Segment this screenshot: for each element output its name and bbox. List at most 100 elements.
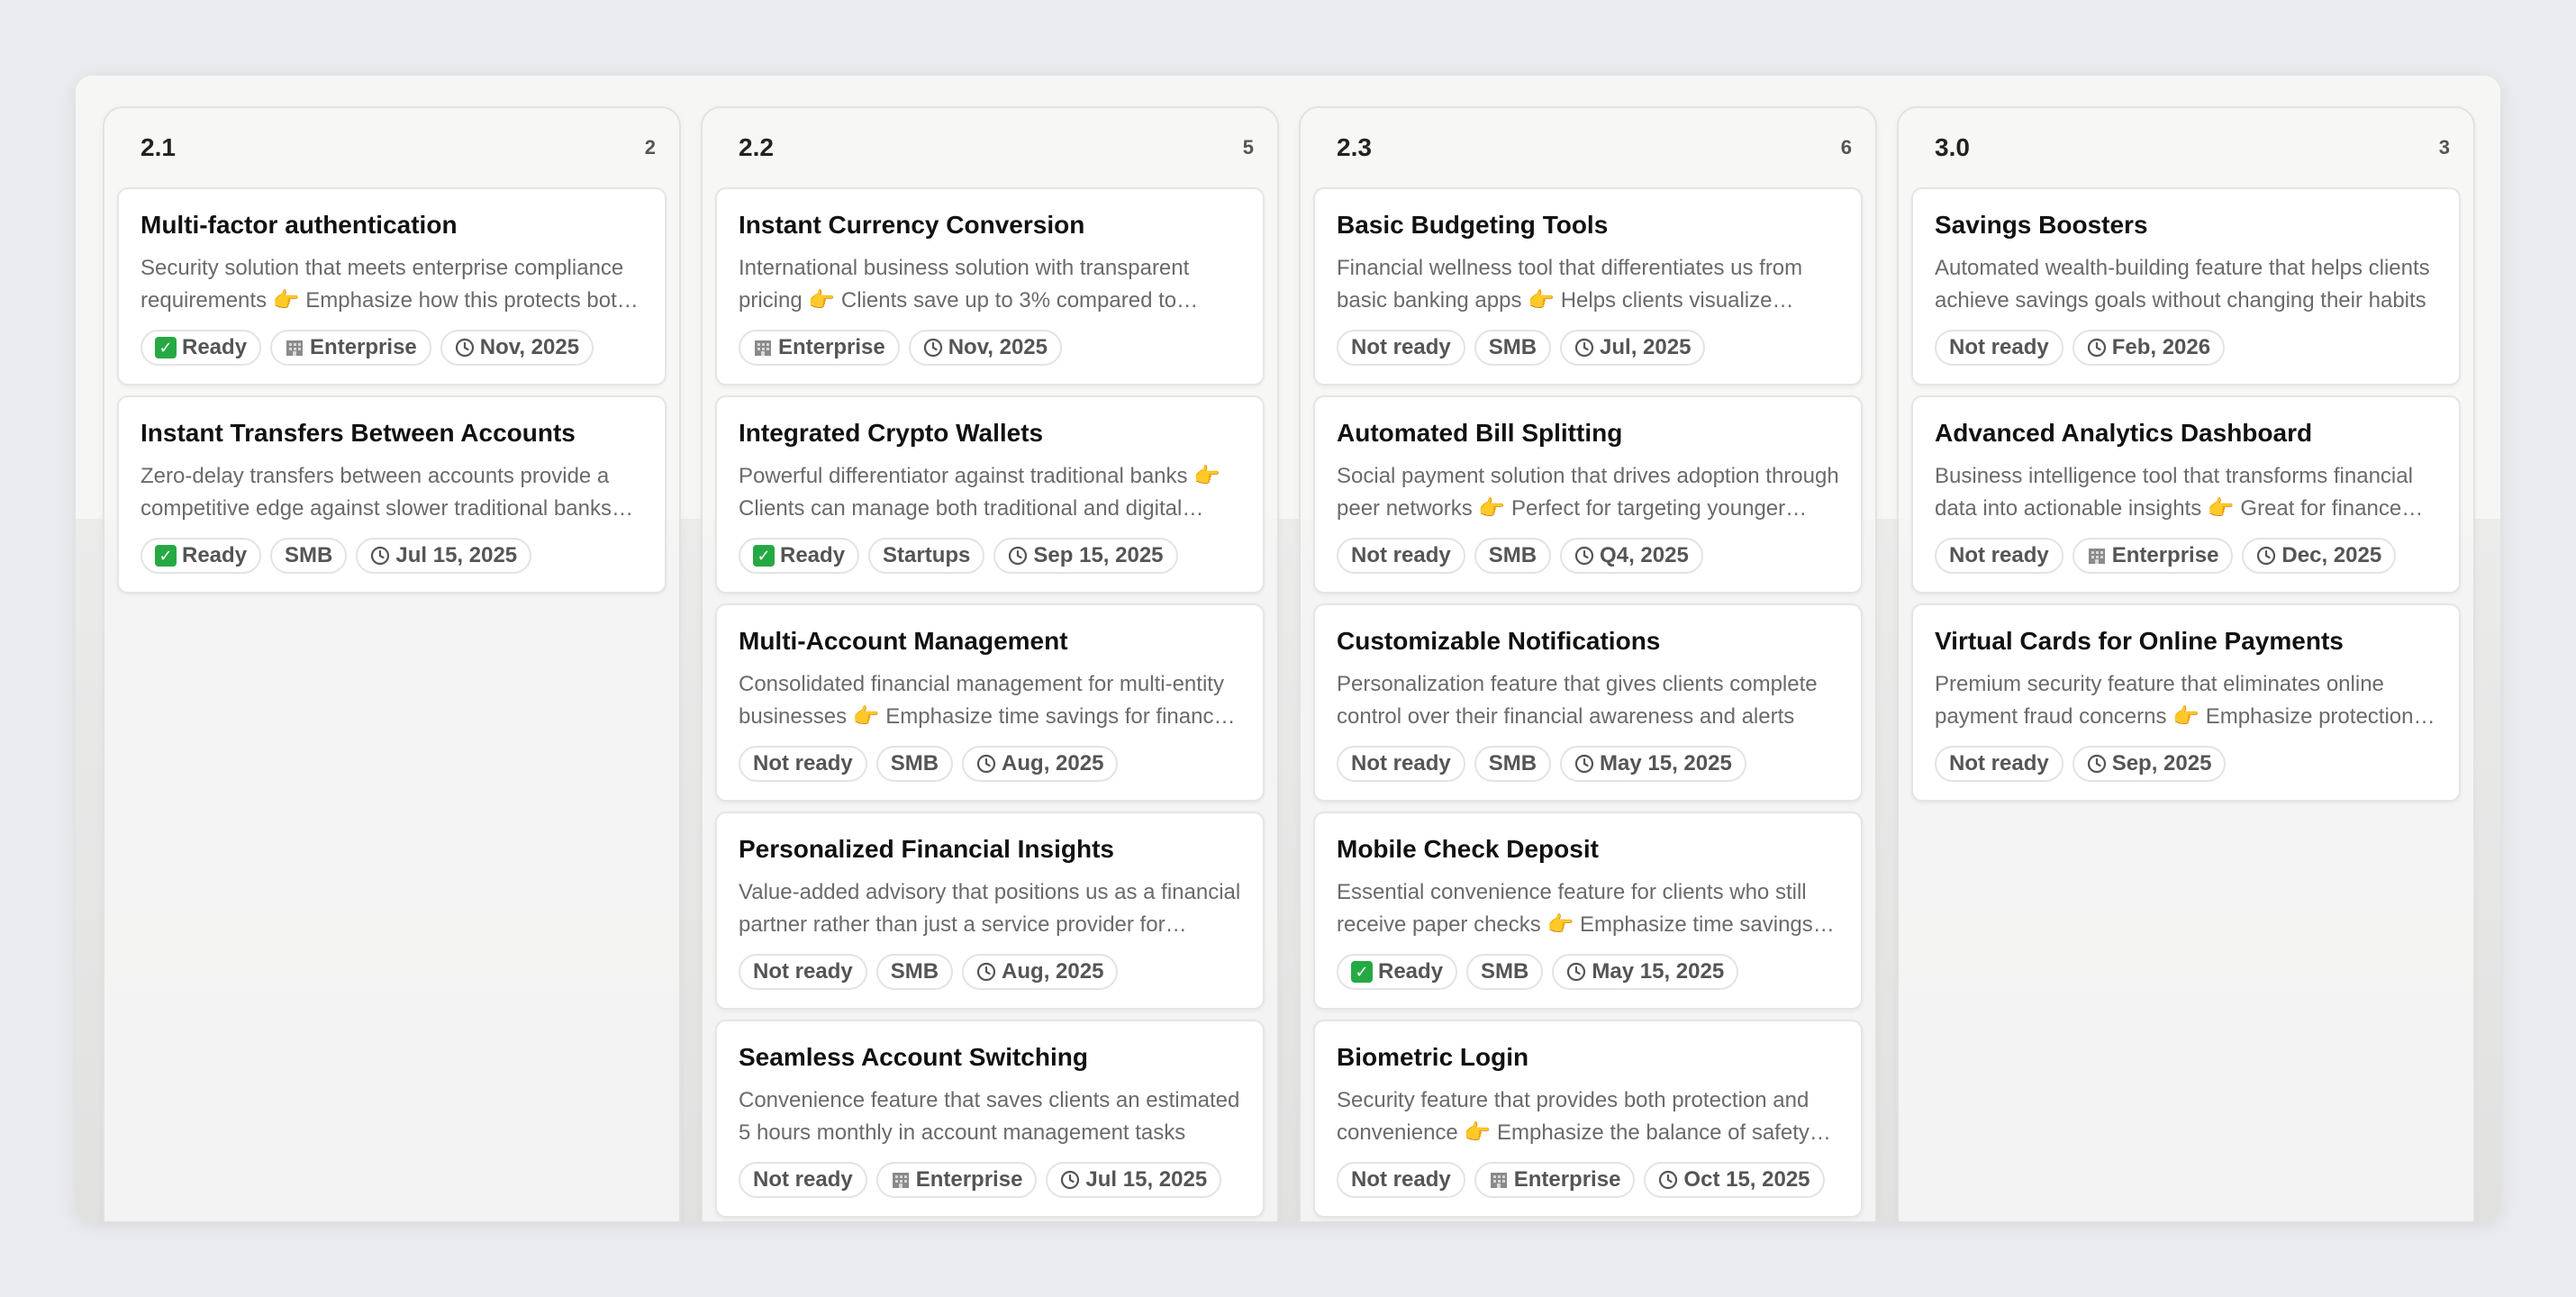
building-icon bbox=[1489, 1170, 1509, 1190]
segment-tag[interactable]: Enterprise bbox=[2072, 538, 2234, 574]
segment-tag[interactable]: Startups bbox=[868, 538, 985, 574]
clock-icon bbox=[1574, 546, 1594, 566]
feature-card[interactable]: Automated Bill Splitting Social payment … bbox=[1313, 395, 1863, 594]
column-header: 2.3 6 bbox=[1313, 108, 1863, 187]
segment-tag[interactable]: SMB bbox=[1474, 746, 1552, 782]
segment-tag[interactable]: SMB bbox=[1466, 954, 1544, 990]
column-count: 5 bbox=[1242, 136, 1254, 159]
date-tag[interactable]: Dec, 2025 bbox=[2242, 538, 2397, 574]
segment-tag[interactable]: Enterprise bbox=[739, 330, 900, 366]
card-description: Personalization feature that gives clien… bbox=[1337, 672, 1818, 729]
status-tag[interactable]: Not ready bbox=[1337, 330, 1465, 366]
card-description: Premium security feature that eliminates… bbox=[1935, 672, 2414, 729]
card-tags: ✓ Ready Enterprise Nov, 2025 bbox=[141, 330, 643, 366]
card-title: Multi-Account Management bbox=[739, 627, 1068, 655]
date-tag[interactable]: Nov, 2025 bbox=[440, 330, 594, 366]
card-description: Powerful differentiator against traditio… bbox=[739, 464, 1221, 521]
date-tag[interactable]: Jul 15, 2025 bbox=[356, 538, 532, 574]
feature-card[interactable]: Savings Boosters Automated wealth-buildi… bbox=[1911, 187, 2461, 385]
segment-tag[interactable]: SMB bbox=[270, 538, 348, 574]
segment-tag[interactable]: Enterprise bbox=[1474, 1162, 1636, 1198]
date-tag[interactable]: Nov, 2025 bbox=[908, 330, 1063, 366]
card-description: Social payment solution that drives adop… bbox=[1337, 464, 1839, 521]
feature-card[interactable]: Biometric Login Security feature that pr… bbox=[1313, 1020, 1863, 1218]
date-tag[interactable]: May 15, 2025 bbox=[1560, 746, 1746, 782]
card-title: Instant Transfers Between Accounts bbox=[141, 419, 576, 447]
segment-tag[interactable]: SMB bbox=[875, 746, 954, 782]
date-tag[interactable]: Q4, 2025 bbox=[1560, 538, 1703, 574]
feature-card[interactable]: Advanced Analytics Dashboard Business in… bbox=[1911, 395, 2461, 594]
feature-card[interactable]: Integrated Crypto Wallets Powerful diffe… bbox=[715, 395, 1265, 594]
clock-icon bbox=[1574, 338, 1594, 358]
card-tags: Not ready Enterprise Dec, 2025 bbox=[1935, 538, 2437, 574]
date-tag[interactable]: Oct 15, 2025 bbox=[1644, 1162, 1825, 1198]
clock-icon bbox=[923, 338, 943, 358]
feature-card[interactable]: Seamless Account Switching Convenience f… bbox=[715, 1020, 1265, 1218]
building-icon bbox=[285, 338, 304, 358]
clock-icon bbox=[1566, 962, 1586, 982]
check-icon: ✓ bbox=[753, 545, 775, 567]
column-header: 3.0 3 bbox=[1911, 108, 2461, 187]
feature-card[interactable]: Virtual Cards for Online Payments Premiu… bbox=[1911, 603, 2461, 802]
feature-card[interactable]: Instant Currency Conversion Internationa… bbox=[715, 187, 1265, 385]
card-description: Essential convenience feature for client… bbox=[1337, 880, 1813, 937]
column-header: 2.2 5 bbox=[715, 108, 1265, 187]
card-title: Multi-factor authentication bbox=[141, 211, 458, 239]
feature-card[interactable]: Mobile Check Deposit Essential convenien… bbox=[1313, 812, 1863, 1010]
date-tag[interactable]: Sep 15, 2025 bbox=[993, 538, 1178, 574]
date-tag[interactable]: May 15, 2025 bbox=[1552, 954, 1739, 990]
card-title: Biometric Login bbox=[1337, 1043, 1529, 1071]
status-tag[interactable]: ✓ Ready bbox=[141, 538, 262, 574]
card-description: Convenience feature that saves clients a… bbox=[739, 1088, 1240, 1145]
date-tag[interactable]: Aug, 2025 bbox=[962, 954, 1119, 990]
card-title: Savings Boosters bbox=[1935, 211, 2148, 239]
segment-tag[interactable]: SMB bbox=[875, 954, 954, 990]
status-tag[interactable]: Not ready bbox=[1337, 1162, 1465, 1198]
clock-icon bbox=[2256, 546, 2276, 566]
column-3-0: 3.0 3 Savings Boosters Automated wealth-… bbox=[1897, 106, 2475, 1221]
segment-tag[interactable]: SMB bbox=[1474, 330, 1552, 366]
status-tag[interactable]: ✓ Ready bbox=[739, 538, 860, 574]
status-tag[interactable]: Not ready bbox=[1337, 538, 1465, 574]
status-tag[interactable]: Not ready bbox=[1935, 330, 2064, 366]
status-tag[interactable]: ✓ Ready bbox=[1337, 954, 1458, 990]
date-tag[interactable]: Aug, 2025 bbox=[962, 746, 1119, 782]
clock-icon bbox=[1658, 1170, 1678, 1190]
segment-tag[interactable]: Enterprise bbox=[875, 1162, 1038, 1198]
feature-card[interactable]: Multi-factor authentication Security sol… bbox=[117, 187, 667, 385]
feature-card[interactable]: Multi-Account Management Consolidated fi… bbox=[715, 603, 1265, 802]
status-tag[interactable]: ✓ Ready bbox=[141, 330, 262, 366]
clock-icon bbox=[976, 962, 996, 982]
card-description: Business intelligence tool that transfor… bbox=[1935, 464, 2413, 521]
card-tags: Not ready Enterprise Oct 15, 2025 bbox=[1337, 1162, 1839, 1198]
date-tag[interactable]: Sep, 2025 bbox=[2072, 746, 2227, 782]
status-tag[interactable]: Not ready bbox=[1935, 538, 2064, 574]
date-tag[interactable]: Jul, 2025 bbox=[1560, 330, 1706, 366]
card-tags: ✓ Ready SMB Jul 15, 2025 bbox=[141, 538, 643, 574]
column-title: 2.3 bbox=[1337, 133, 1372, 161]
status-tag[interactable]: Not ready bbox=[739, 1162, 867, 1198]
card-tags: ✓ Ready Startups Sep 15, 2025 bbox=[739, 538, 1241, 574]
status-tag[interactable]: Not ready bbox=[1935, 746, 2064, 782]
feature-card[interactable]: Basic Budgeting Tools Financial wellness… bbox=[1313, 187, 1863, 385]
clock-icon bbox=[2087, 754, 2107, 774]
column-2-1: 2.1 2 Multi-factor authentication Securi… bbox=[103, 106, 681, 1221]
card-title: Virtual Cards for Online Payments bbox=[1935, 627, 2344, 655]
check-icon: ✓ bbox=[155, 337, 177, 358]
status-tag[interactable]: Not ready bbox=[1337, 746, 1465, 782]
segment-tag[interactable]: SMB bbox=[1474, 538, 1552, 574]
feature-card[interactable]: Instant Transfers Between Accounts Zero-… bbox=[117, 395, 667, 594]
feature-card[interactable]: Personalized Financial Insights Value-ad… bbox=[715, 812, 1265, 1010]
card-title: Seamless Account Switching bbox=[739, 1043, 1088, 1071]
card-description: Automated wealth-building feature that h… bbox=[1935, 256, 2430, 313]
status-tag[interactable]: Not ready bbox=[739, 746, 867, 782]
segment-tag[interactable]: Enterprise bbox=[270, 330, 431, 366]
feature-card[interactable]: Customizable Notifications Personalizati… bbox=[1313, 603, 1863, 802]
card-tags: Not ready Feb, 2026 bbox=[1935, 330, 2437, 366]
card-title: Integrated Crypto Wallets bbox=[739, 419, 1044, 447]
clock-icon bbox=[2087, 338, 2107, 358]
date-tag[interactable]: Jul 15, 2025 bbox=[1046, 1162, 1222, 1198]
building-icon bbox=[753, 338, 773, 358]
date-tag[interactable]: Feb, 2026 bbox=[2072, 330, 2226, 366]
status-tag[interactable]: Not ready bbox=[739, 954, 867, 990]
